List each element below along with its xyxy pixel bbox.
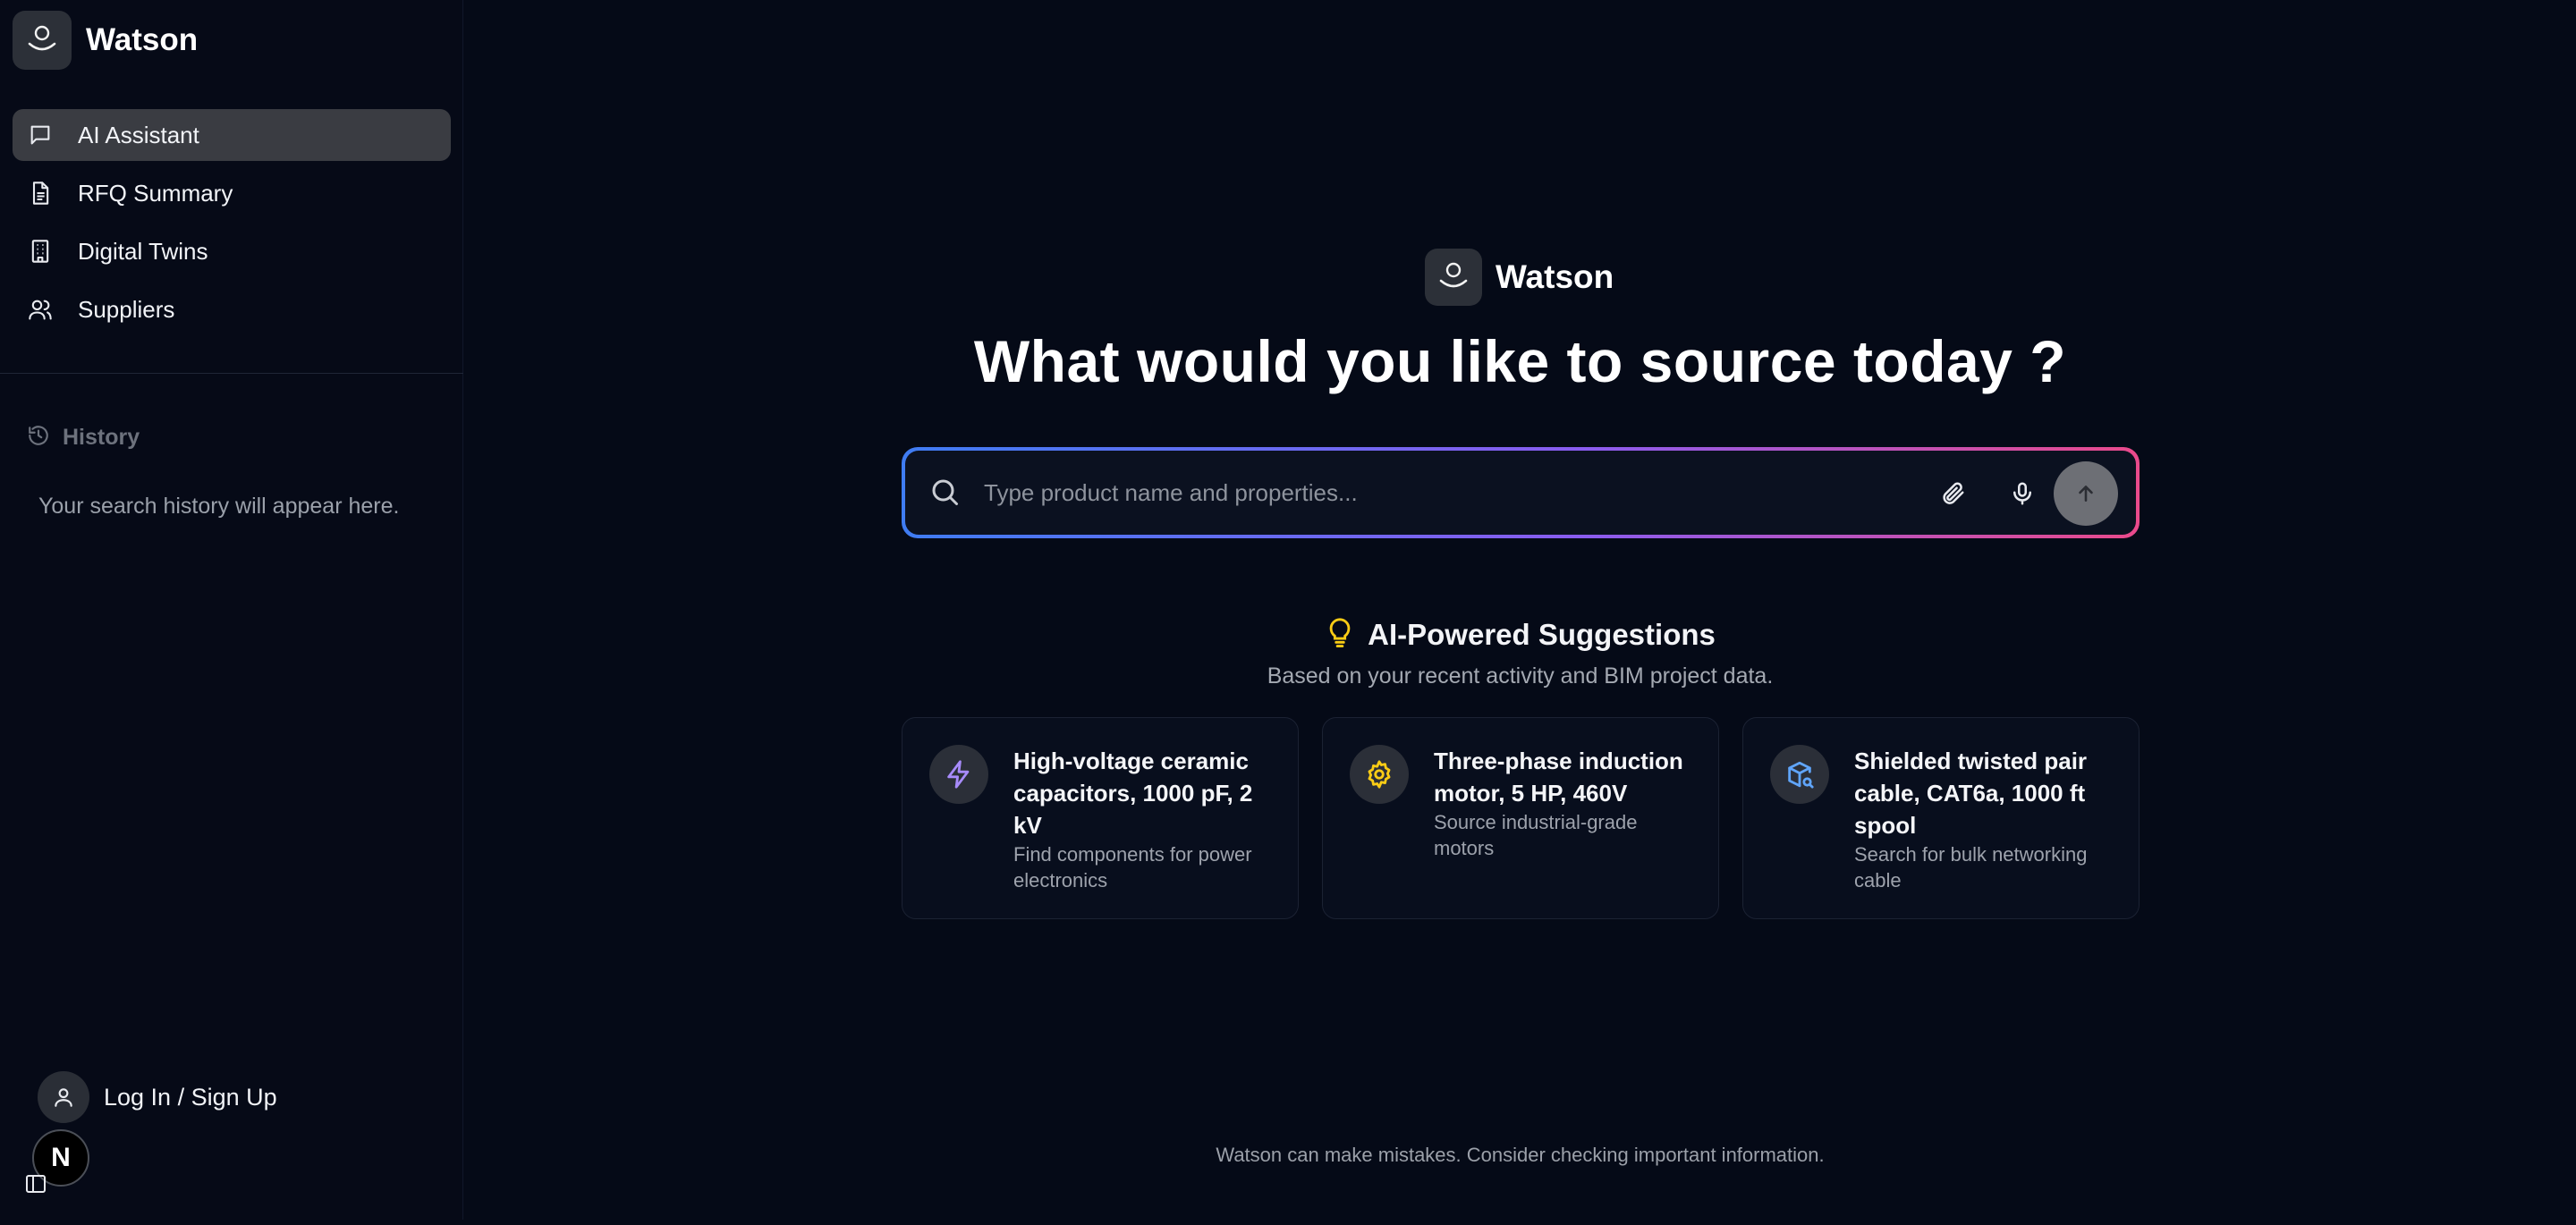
send-button[interactable] — [2054, 461, 2118, 526]
search-input[interactable] — [984, 467, 1878, 519]
hero-brand-name: Watson — [1496, 258, 1614, 295]
suggestions-subtitle: Based on your recent activity and BIM pr… — [1267, 663, 1774, 689]
sidebar-brand-name: Watson — [86, 22, 199, 57]
arrow-up-icon — [2079, 486, 2093, 502]
history-empty-text: Your search history will appear here. — [38, 494, 400, 519]
attach-file-icon[interactable] — [1933, 474, 1972, 513]
document-icon — [27, 180, 54, 207]
suggestions-title: AI-Powered Suggestions — [1368, 617, 1716, 651]
suggestion-card[interactable]: Three-phase induction motor, 5 HP, 460V … — [1322, 717, 1719, 919]
sidebar-divider — [0, 373, 463, 374]
sidebar: Watson AI Assistant RFQ Summary Digital … — [0, 0, 463, 1220]
watson-logo-icon — [13, 11, 72, 70]
microphone-icon[interactable] — [2003, 474, 2042, 513]
search-bar-inner — [905, 451, 2136, 535]
history-header: History — [27, 424, 140, 452]
history-label: History — [63, 425, 140, 450]
history-icon — [27, 424, 50, 452]
sidebar-item-rfq-summary[interactable]: RFQ Summary — [13, 167, 451, 219]
sidebar-item-ai-assistant[interactable]: AI Assistant — [13, 109, 451, 161]
suggestion-card[interactable]: Shielded twisted pair cable, CAT6a, 1000… — [1742, 717, 2140, 919]
lightning-icon — [929, 745, 988, 804]
panel-toggle-icon[interactable] — [25, 1174, 47, 1194]
package-search-icon — [1770, 745, 1829, 804]
suggestions-header: AI-Powered Suggestions — [464, 615, 2576, 654]
suggestion-card[interactable]: High-voltage ceramic capacitors, 1000 pF… — [902, 717, 1299, 919]
suggestion-description: Search for bulk networking cable — [1854, 843, 2088, 891]
sidebar-item-digital-twins[interactable]: Digital Twins — [13, 225, 451, 277]
sidebar-nav: AI Assistant RFQ Summary Digital Twins S… — [13, 109, 451, 342]
suggestion-title: High-voltage ceramic capacitors, 1000 pF… — [1013, 748, 1253, 839]
user-icon — [38, 1071, 89, 1123]
building-icon — [27, 238, 54, 265]
main-content: Watson What would you like to source tod… — [464, 0, 2576, 1220]
watson-logo-icon — [1425, 249, 1482, 306]
sidebar-item-suppliers[interactable]: Suppliers — [13, 283, 451, 335]
hero-brand: Watson — [1425, 249, 1614, 306]
suggestion-description: Find components for power electronics — [1013, 843, 1252, 891]
sidebar-item-label: Digital Twins — [78, 237, 208, 265]
disclaimer-text: Watson can make mistakes. Consider check… — [1216, 1144, 1825, 1166]
suggestion-cards: High-voltage ceramic capacitors, 1000 pF… — [902, 717, 2140, 921]
sidebar-item-label: RFQ Summary — [78, 179, 233, 207]
users-icon — [27, 296, 54, 323]
gear-icon — [1350, 745, 1409, 804]
search-bar — [902, 447, 2140, 538]
app-window: Watson AI Assistant RFQ Summary Digital … — [0, 0, 2576, 1225]
sidebar-item-label: Suppliers — [78, 295, 175, 323]
sidebar-item-label: AI Assistant — [78, 121, 199, 148]
lightbulb-icon — [1325, 615, 1355, 654]
suggestion-description: Source industrial-grade motors — [1434, 811, 1638, 859]
sidebar-brand[interactable]: Watson — [13, 11, 198, 70]
login-button[interactable]: Log In / Sign Up — [38, 1071, 277, 1123]
suggestion-title: Three-phase induction motor, 5 HP, 460V — [1434, 748, 1683, 807]
message-square-icon — [27, 122, 54, 148]
search-icon — [928, 476, 961, 512]
login-label: Log In / Sign Up — [104, 1083, 277, 1111]
suggestion-title: Shielded twisted pair cable, CAT6a, 1000… — [1854, 748, 2088, 839]
page-title: What would you like to source today ? — [973, 328, 2067, 394]
